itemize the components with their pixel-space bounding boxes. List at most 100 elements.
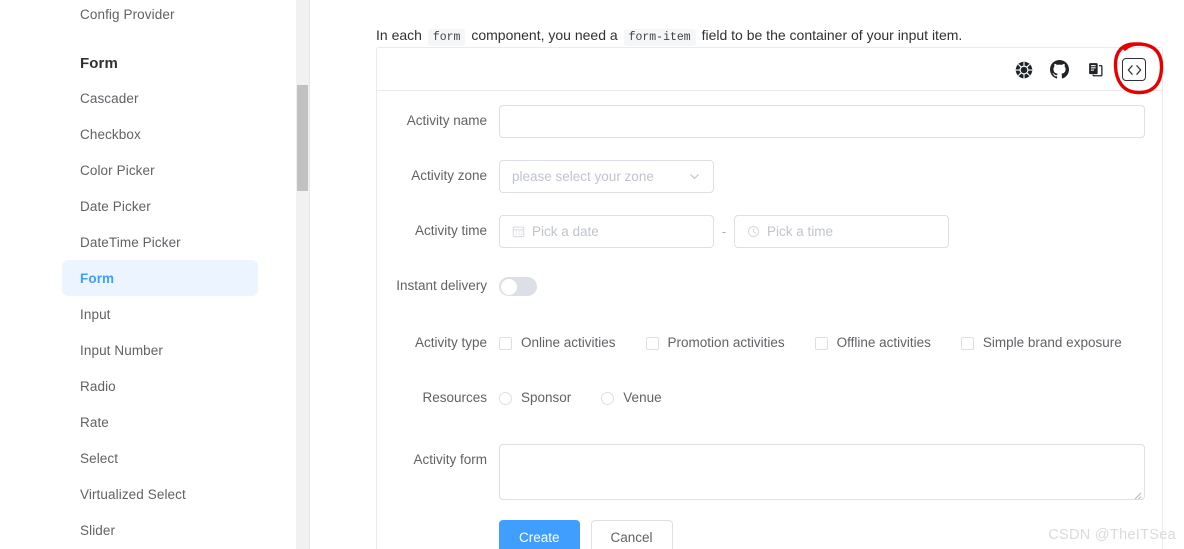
create-button[interactable]: Create [499,520,580,549]
inline-code-form-item: form-item [623,29,696,46]
radio-sponsor[interactable]: Sponsor [499,382,571,414]
resources-radio-group: Sponsor Venue [499,382,692,414]
sidebar-item-checkbox[interactable]: Checkbox [62,116,258,152]
sidebar-item-input[interactable]: Input [62,296,258,332]
demo-card-toolbar [377,48,1162,91]
sidebar-item-label: Date Picker [80,198,151,214]
activity-zone-placeholder: please select your zone [512,169,654,184]
sidebar-item-form[interactable]: Form [62,260,258,296]
form-row-activity-zone: Activity zone please select your zone [377,160,1162,193]
code-brackets-icon[interactable] [1122,58,1146,81]
inline-code-form: form [427,29,466,46]
activity-type-checkbox-group: Online activities Promotion activities Off… [499,327,1152,359]
label-activity-form: Activity form [413,452,487,467]
checkbox-box[interactable] [960,336,974,350]
sidebar-item-label: Input [80,306,111,322]
label-instant-delivery: Instant delivery [396,278,487,293]
radio-circle[interactable] [499,391,512,405]
sidebar-item-datetime-picker[interactable]: DateTime Picker [62,224,258,260]
activity-form-textarea[interactable] [499,444,1145,500]
checkbox-offline-activities[interactable]: Offline activities [814,327,931,359]
sidebar-item-radio[interactable]: Radio [62,368,258,404]
sidebar-item-label: Input Number [80,342,163,358]
label-resources: Resources [422,390,487,405]
chevron-down-icon [688,170,701,183]
checkbox-online-activities[interactable]: Online activities [499,327,616,359]
activity-time-placeholder: Pick a time [767,224,834,239]
checkbox-label: Promotion activities [667,335,785,350]
resize-grip-icon[interactable] [1132,487,1142,500]
sidebar-item-cascader[interactable]: Cascader [62,80,258,116]
activity-date-picker[interactable]: Pick a date [499,215,714,248]
radio-label: Venue [623,390,662,405]
sidebar-item-label: DateTime Picker [80,234,181,250]
form-row-resources: Resources Sponsor Venue [377,382,1162,414]
form-row-activity-name: Activity name [377,105,1162,138]
checkbox-box[interactable] [499,336,512,350]
copy-icon[interactable] [1086,60,1105,79]
form-row-activity-time: Activity time Pick a date - Pick a time [377,215,1162,248]
sidebar-item-label: Radio [80,378,116,394]
radio-circle[interactable] [601,391,615,405]
sidebar-item-config-provider[interactable]: Config Provider [62,0,258,32]
radio-label: Sponsor [521,390,572,405]
checkbox-box[interactable] [645,336,659,350]
activity-time-picker[interactable]: Pick a time [734,215,949,248]
sidebar-item-label: Slider [80,522,116,538]
intro-text-part-2: component, you need a [471,27,618,43]
sidebar-item-date-picker[interactable]: Date Picker [62,188,258,224]
sidebar-item-label: Color Picker [80,162,155,178]
checkbox-box[interactable] [814,336,828,350]
sidebar-scrollbar-track[interactable] [296,0,309,549]
sidebar-item-list: Config Provider Form Cascader Checkbox Color… [0,0,296,548]
checkbox-label: Online activities [521,335,616,350]
sidebar-group-title-form: Form [80,54,118,72]
instant-delivery-switch[interactable] [499,277,537,296]
checkbox-promotion-activities[interactable]: Promotion activities [645,327,785,359]
switch-knob [501,278,517,295]
sidebar-item-virtualized-select[interactable]: Virtualized Select [62,476,258,512]
activity-name-input[interactable] [499,105,1145,138]
label-activity-time: Activity time [414,223,487,238]
calendar-icon [512,225,525,238]
github-icon[interactable] [1050,60,1069,79]
demo-card: Activity name Activity zone please selec… [376,47,1163,549]
cancel-button[interactable]: Cancel [590,520,673,549]
form-row-actions: Create Cancel [377,520,1162,549]
checkbox-label: Simple brand exposure [982,335,1122,350]
sidebar-scrollbar-thumb[interactable] [297,85,308,191]
sidebar-item-label: Cascader [80,90,139,106]
label-activity-zone: Activity zone [411,168,487,183]
activity-zone-select[interactable]: please select your zone [499,160,714,193]
intro-paragraph: In each form component, you need a form-… [376,24,962,49]
radio-venue[interactable]: Venue [601,382,662,414]
clock-icon [747,225,760,238]
label-activity-type: Activity type [414,335,487,350]
sidebar-navigation: Config Provider Form Cascader Checkbox Color… [0,0,296,549]
main-content: In each form component, you need a form-… [310,0,1184,549]
sidebar-item-label: Select [80,450,119,466]
time-range-separator: - [721,224,727,239]
sidebar-item-label: Form [80,270,115,286]
sidebar-item-label: Config Provider [80,6,175,22]
form-row-activity-form: Activity form [377,444,1162,500]
sidebar-item-slider[interactable]: Slider [62,512,258,548]
sidebar-item-label: Checkbox [80,126,141,142]
intro-text-part-3: field to be the container of your input … [701,27,963,43]
activity-date-placeholder: Pick a date [532,224,599,239]
sidebar-item-label: Rate [80,414,109,430]
form-row-instant-delivery: Instant delivery [377,270,1162,302]
sidebar-item-select[interactable]: Select [62,440,258,476]
checkbox-label: Offline activities [836,335,931,350]
codesandbox-icon[interactable] [1014,60,1033,79]
sidebar-item-color-picker[interactable]: Color Picker [62,152,258,188]
activity-form: Activity name Activity zone please selec… [377,91,1162,549]
label-activity-name: Activity name [406,113,487,128]
sidebar-item-input-number[interactable]: Input Number [62,332,258,368]
sidebar-item-label: Virtualized Select [80,486,186,502]
documentation-page: Config Provider Form Cascader Checkbox Color… [0,0,1184,549]
checkbox-simple-brand-exposure[interactable]: Simple brand exposure [960,327,1122,359]
sidebar-item-rate[interactable]: Rate [62,404,258,440]
intro-text-part-1: In each [376,27,422,43]
